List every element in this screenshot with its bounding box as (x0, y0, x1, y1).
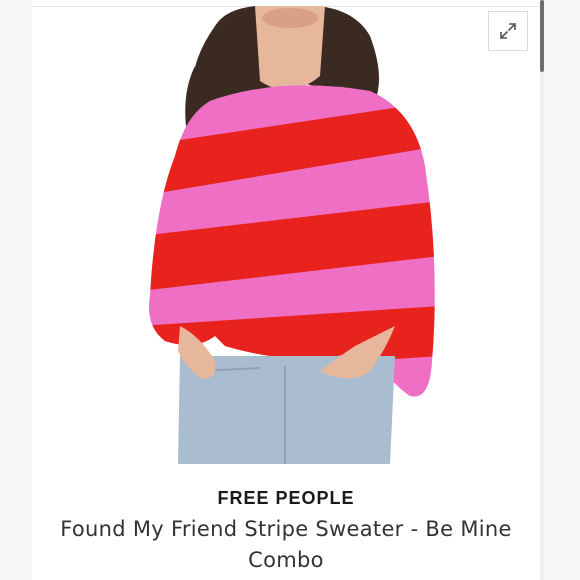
expand-arrows-icon (500, 23, 516, 39)
left-gutter (0, 0, 32, 580)
sweater-model-illustration (149, 6, 435, 464)
product-photo[interactable] (140, 6, 440, 464)
scrollbar-track[interactable] (540, 0, 544, 580)
expand-image-button[interactable] (488, 11, 528, 51)
product-title[interactable]: Found My Friend Stripe Sweater - Be Mine… (42, 514, 530, 576)
product-brand: FREE PEOPLE (217, 488, 355, 508)
scrollbar-thumb[interactable] (540, 0, 544, 72)
right-gutter (540, 0, 580, 580)
